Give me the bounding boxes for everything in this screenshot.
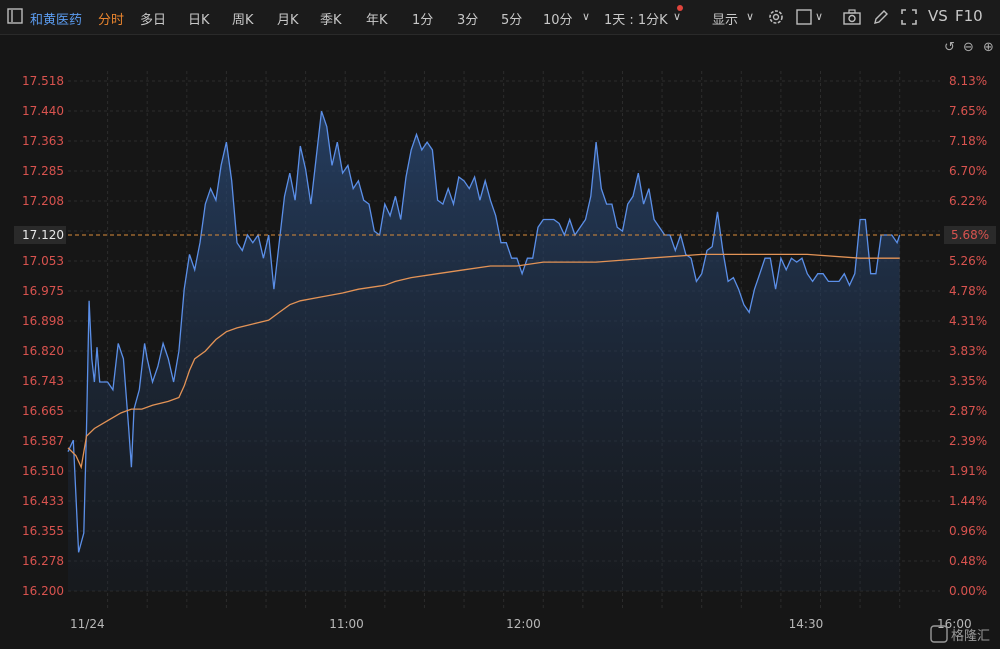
percent-tick-label: 7.18% [949, 134, 987, 148]
percent-tick-label: 2.39% [949, 434, 987, 448]
percent-tick-label: 3.35% [949, 374, 987, 388]
time-tick-label: 12:00 [506, 617, 541, 631]
price-tick-label: 17.440 [22, 104, 64, 118]
price-tick-label: 17.208 [22, 194, 64, 208]
tab-yearly-k[interactable]: 年K [366, 9, 388, 28]
tab-daily-k[interactable]: 日K [188, 9, 210, 28]
price-tick-label: 16.587 [22, 434, 64, 448]
chevron-down-icon[interactable]: ∨ [815, 10, 823, 23]
price-tick-label: 16.743 [22, 374, 64, 388]
percent-tick-label: 0.00% [949, 584, 987, 598]
tab-weekly-k[interactable]: 周K [232, 9, 254, 28]
period-select[interactable]: 1天 : 1分K [604, 9, 668, 28]
price-tick-label: 16.898 [22, 314, 64, 328]
percent-tick-label: 7.65% [949, 104, 987, 118]
display-menu[interactable]: 显示 [712, 9, 738, 28]
pencil-icon[interactable] [871, 7, 891, 27]
tab-multiday[interactable]: 多日 [140, 9, 166, 28]
time-axis: 11/24 11:00 12:00 14:30 16:00 [70, 617, 972, 631]
fullscreen-icon[interactable] [899, 7, 919, 27]
zoom-out-icon[interactable]: ⊖ [963, 40, 974, 55]
tab-quarterly-k[interactable]: 季K [320, 9, 342, 28]
zoom-controls: ↺ ⊖ ⊕ [944, 40, 994, 55]
percent-tick-label: 3.83% [949, 344, 987, 358]
f10-button[interactable]: F10 [955, 7, 983, 25]
price-axis: 17.518 17.440 17.363 17.285 17.208 17.120 17.0… [22, 74, 64, 598]
chevron-down-icon[interactable]: ∨ [746, 10, 754, 23]
percent-tick-label: 1.91% [949, 464, 987, 478]
tab-10min[interactable]: 10分 [543, 9, 573, 28]
time-tick-label: 14:30 [789, 617, 824, 631]
intraday-chart[interactable]: 17.518 17.440 17.363 17.285 17.208 17.120 17.0… [0, 34, 1000, 649]
stock-name[interactable]: 和黄医药 [30, 9, 82, 28]
reset-icon[interactable]: ↺ [944, 40, 955, 55]
time-tick-label: 11:00 [329, 617, 364, 631]
settings-icon[interactable] [766, 7, 786, 27]
price-tick-label: 17.053 [22, 254, 64, 268]
price-tick-label: 17.518 [22, 74, 64, 88]
percent-tick-label: 5.26% [949, 254, 987, 268]
percent-tick-label: 4.78% [949, 284, 987, 298]
price-tick-label: 16.200 [22, 584, 64, 598]
vs-compare-button[interactable]: VS [928, 7, 948, 25]
percent-tick-label: 6.22% [949, 194, 987, 208]
tab-monthly-k[interactable]: 月K [277, 9, 299, 28]
percent-tick-label: 6.70% [949, 164, 987, 178]
tab-3min[interactable]: 3分 [457, 9, 478, 28]
percent-tick-label: 1.44% [949, 494, 987, 508]
price-tick-label: 16.820 [22, 344, 64, 358]
price-tick-label: 16.510 [22, 464, 64, 478]
toolbar: 和黄医药 分时 多日 日K 周K 月K 季K 年K 1分 3分 5分 10分 ∨… [0, 0, 1000, 35]
tab-intraday[interactable]: 分时 [98, 9, 124, 28]
watermark-text: 格隆汇 [951, 628, 990, 644]
percent-axis: 8.13% 7.65% 7.18% 6.70% 6.22% 5.68% 5.26% 4.78%… [949, 74, 987, 598]
current-change-label: 5.68% [951, 228, 989, 242]
color-square-icon[interactable] [794, 7, 814, 27]
price-tick-label: 16.975 [22, 284, 64, 298]
price-area-fill [68, 111, 900, 591]
price-tick-label: 17.285 [22, 164, 64, 178]
price-tick-label: 17.363 [22, 134, 64, 148]
percent-tick-label: 0.48% [949, 554, 987, 568]
price-tick-label: 16.278 [22, 554, 64, 568]
chevron-down-icon[interactable]: ∨ [673, 10, 681, 23]
zoom-in-icon[interactable]: ⊕ [983, 40, 994, 55]
panel-toggle-icon[interactable] [6, 7, 26, 27]
price-tick-label: 16.355 [22, 524, 64, 538]
current-price-label: 17.120 [22, 228, 64, 242]
tab-5min[interactable]: 5分 [501, 9, 522, 28]
percent-tick-label: 8.13% [949, 74, 987, 88]
percent-tick-label: 0.96% [949, 524, 987, 538]
tab-1min[interactable]: 1分 [412, 9, 433, 28]
notification-dot [677, 5, 683, 11]
time-tick-label: 11/24 [70, 617, 105, 631]
price-tick-label: 16.665 [22, 404, 64, 418]
percent-tick-label: 4.31% [949, 314, 987, 328]
price-tick-label: 16.433 [22, 494, 64, 508]
camera-icon[interactable] [842, 7, 862, 27]
chevron-down-icon[interactable]: ∨ [582, 10, 590, 23]
percent-tick-label: 2.87% [949, 404, 987, 418]
